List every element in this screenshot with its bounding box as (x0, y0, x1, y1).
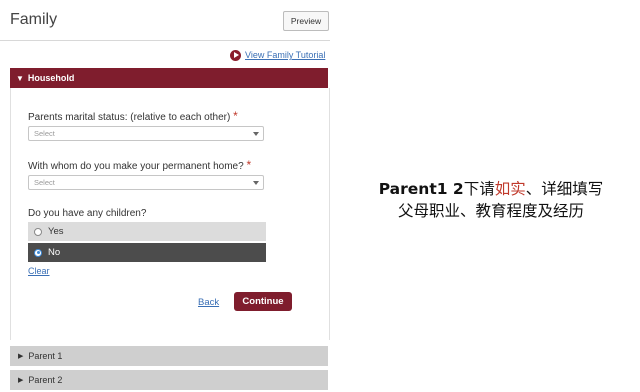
marital-status-text: Parents marital status: (relative to eac… (28, 112, 231, 123)
form-header: Family Preview (0, 0, 330, 41)
caption-bold: Parent1 2 (378, 180, 464, 198)
caption-highlight: 如实 (494, 180, 526, 198)
continue-button[interactable]: Continue (234, 292, 292, 311)
section-parent-1[interactable]: ▶ Parent 1 (10, 346, 328, 366)
permanent-home-select[interactable]: Select (28, 175, 264, 190)
required-mark: * (246, 158, 252, 172)
clear-link[interactable]: Clear (28, 266, 50, 276)
radio-unchecked-icon[interactable] (34, 227, 42, 236)
children-option-no[interactable]: No (28, 243, 266, 262)
section-label: Parent 2 (28, 375, 63, 385)
required-mark: * (233, 109, 238, 123)
caption-line-1: Parent1 2下请如实、详细填写 (346, 178, 636, 200)
select-placeholder: Select (34, 129, 55, 138)
play-icon[interactable] (230, 49, 241, 61)
triangle-right-icon: ▶ (18, 377, 24, 384)
preview-button[interactable]: Preview (283, 11, 329, 31)
select-placeholder: Select (34, 178, 55, 187)
permanent-home-text: With whom do you make your permanent hom… (28, 161, 244, 172)
section-parent-2[interactable]: ▶ Parent 2 (10, 370, 328, 390)
caret-down-icon (253, 132, 259, 136)
caption-text: 下请 (463, 180, 495, 198)
permanent-home-label: With whom do you make your permanent hom… (28, 158, 251, 172)
household-section-label: Household (27, 73, 75, 83)
triangle-down-icon: ▼ (16, 73, 24, 83)
view-family-tutorial-link[interactable]: View Family Tutorial (245, 50, 325, 60)
caption-line-2: 父母职业、教育程度及经历 (397, 202, 584, 220)
page-title: Family (10, 11, 58, 28)
section-label: Parent 1 (28, 351, 63, 361)
radio-checked-icon[interactable] (34, 248, 42, 257)
children-option-yes[interactable]: Yes (28, 222, 266, 241)
annotation-caption: Parent1 2下请如实、详细填写 父母职业、教育程度及经历 (346, 178, 636, 222)
family-form-panel: Family Preview View Family Tutorial ▼ Ho… (0, 0, 330, 392)
marital-status-label: Parents marital status: (relative to eac… (28, 109, 238, 123)
children-question-label: Do you have any children? (28, 208, 147, 219)
tutorial-link-group[interactable]: View Family Tutorial (230, 48, 325, 62)
caret-down-icon (253, 181, 259, 185)
option-label: Yes (48, 226, 64, 237)
household-section-header[interactable]: ▼ Household (10, 68, 328, 88)
marital-status-select[interactable]: Select (28, 126, 264, 141)
triangle-right-icon: ▶ (18, 353, 24, 360)
caption-text: 、详细填写 (525, 180, 604, 198)
option-label: No (48, 247, 61, 258)
back-link[interactable]: Back (198, 297, 219, 308)
